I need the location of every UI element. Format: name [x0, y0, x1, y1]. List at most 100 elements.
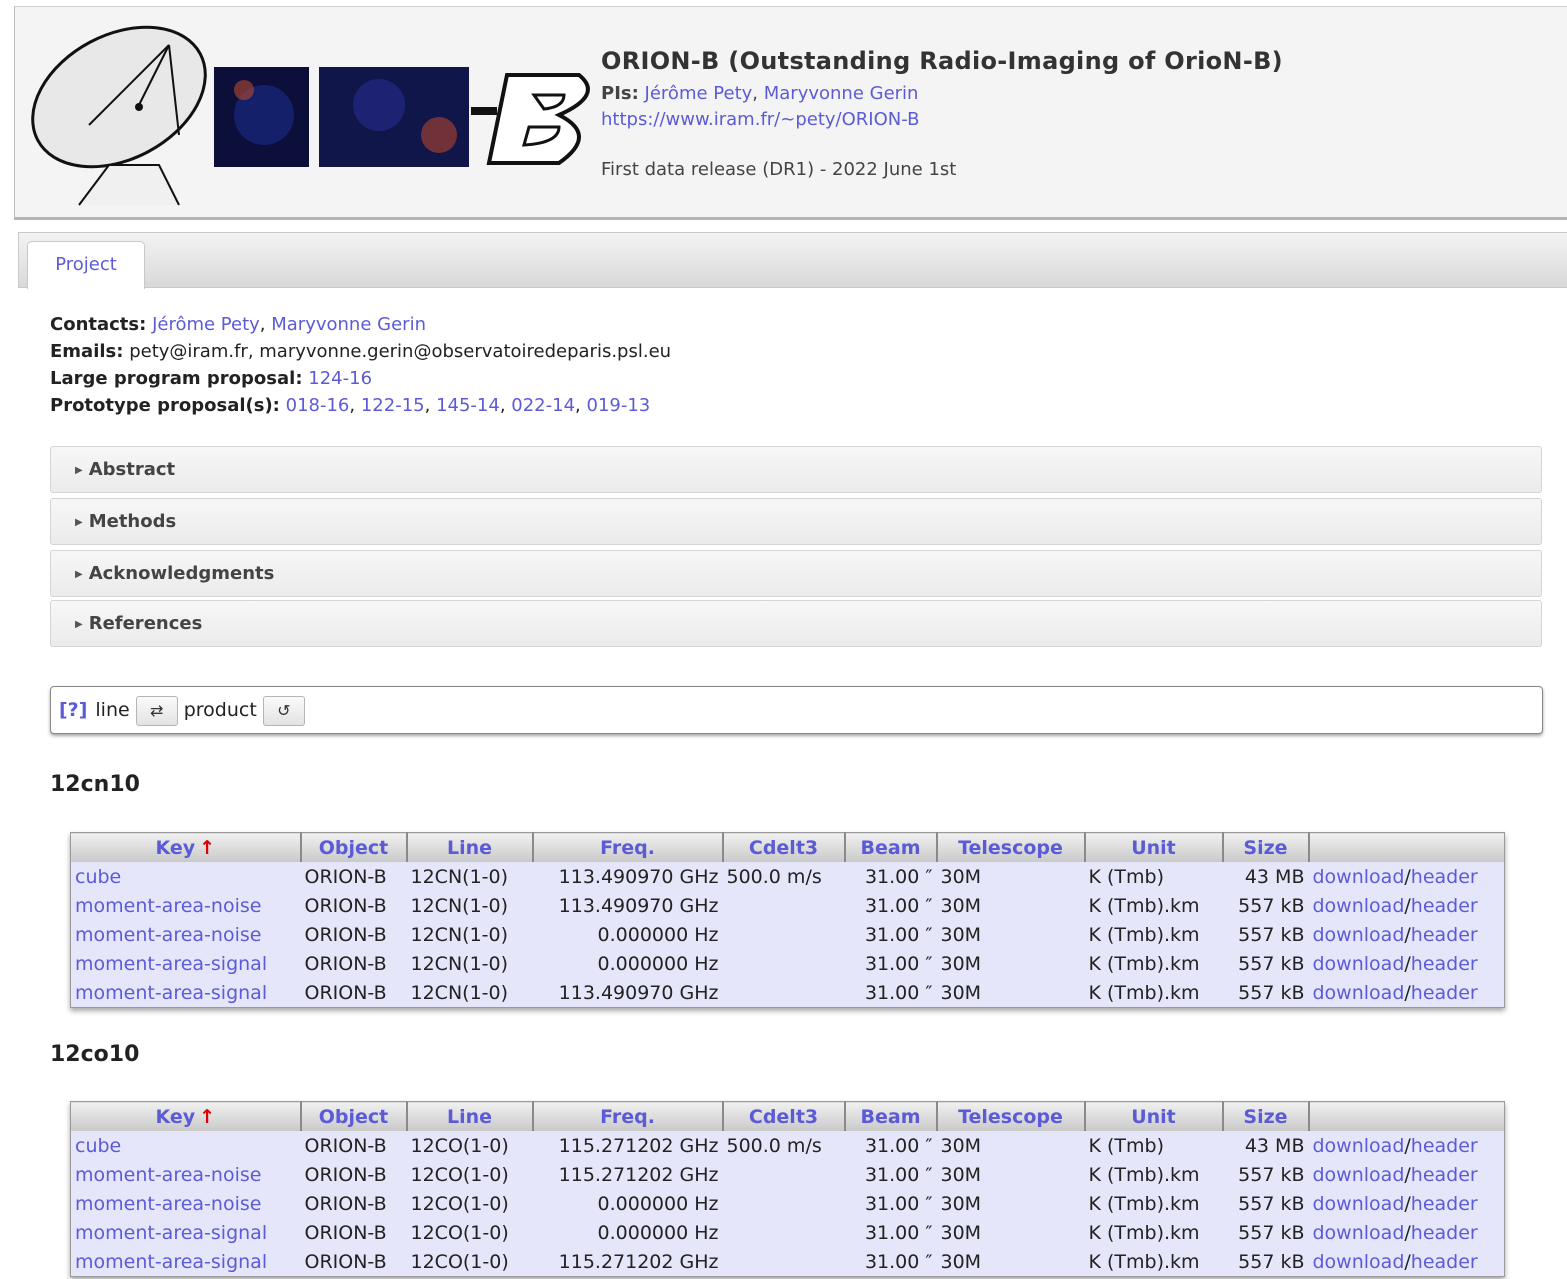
cell-unit: K (Tmb) [1088, 1134, 1165, 1157]
column-header-links[interactable] [1307, 1101, 1505, 1131]
column-header-size[interactable]: Size [1221, 1101, 1309, 1131]
cell-freq: 0.000000 Hz [597, 1221, 719, 1244]
product-key-link[interactable]: moment-area-signal [75, 953, 267, 975]
product-key-link[interactable]: moment-area-noise [75, 1164, 261, 1186]
cell-beam: 31.00 ″ [864, 1250, 933, 1273]
cell-size: 43 MB [1244, 1134, 1305, 1157]
column-header-line[interactable]: Line [405, 832, 533, 862]
cell-freq: 0.000000 Hz [597, 952, 719, 975]
prototype-link[interactable]: 122-15 [361, 395, 425, 416]
accordion-abstract[interactable]: ▶ Abstract [50, 446, 1542, 493]
column-header-telescope[interactable]: Telescope [935, 1101, 1085, 1131]
column-header-key[interactable]: Key ↑ [70, 832, 301, 862]
column-header-size[interactable]: Size [1221, 832, 1309, 862]
project-url-link[interactable]: https://www.iram.fr/~pety/ORION-B [601, 109, 919, 130]
column-header-key[interactable]: Key ↑ [70, 1101, 301, 1131]
tab-project[interactable]: Project [27, 241, 145, 289]
column-header-unit[interactable]: Unit [1083, 1101, 1223, 1131]
cell-key: moment-area-signal [71, 978, 301, 1008]
cell-telescope: 30M [940, 1163, 982, 1186]
header-link[interactable]: header [1411, 953, 1478, 975]
contact-link-pety[interactable]: Jérôme Pety [152, 314, 260, 335]
pi-link-pety[interactable]: Jérôme Pety [645, 83, 753, 104]
column-header-label: Beam [860, 836, 921, 859]
header-link[interactable]: header [1411, 924, 1478, 946]
header-link[interactable]: header [1411, 1222, 1478, 1244]
cell-size: 557 kB [1238, 923, 1305, 946]
contacts-label: Contacts: [50, 314, 147, 335]
column-header-cdelt3[interactable]: Cdelt3 [721, 832, 845, 862]
download-link[interactable]: download [1313, 982, 1405, 1004]
cell-links: download/header [1309, 862, 1505, 891]
column-header-freq[interactable]: Freq. [531, 1101, 723, 1131]
cell-telescope: 30M [940, 1250, 982, 1273]
header-link[interactable]: header [1411, 982, 1478, 1004]
help-link[interactable]: [?] [59, 699, 87, 721]
cell-freq: 115.271202 GHz [558, 1250, 719, 1273]
reset-grouping-button[interactable]: ↺ [262, 695, 305, 726]
accordion-references[interactable]: ▶ References [50, 600, 1542, 647]
prototype-link[interactable]: 145-14 [436, 395, 500, 416]
pi-link-gerin[interactable]: Maryvonne Gerin [764, 83, 919, 104]
cell-key: moment-area-noise [71, 891, 301, 920]
product-key-link[interactable]: cube [75, 866, 121, 888]
caret-right-icon: ▶ [75, 569, 83, 580]
product-key-link[interactable]: moment-area-signal [75, 1222, 267, 1244]
product-key-link[interactable]: moment-area-signal [75, 1251, 267, 1273]
cell-freq: 113.490970 GHz [558, 865, 719, 888]
column-header-label: Object [318, 836, 389, 859]
pis-label: PIs: [601, 83, 639, 104]
cell-cdelt3: 500.0 m/s [726, 865, 822, 888]
large-program-link[interactable]: 124-16 [308, 368, 372, 389]
download-link[interactable]: download [1313, 895, 1405, 917]
prototype-link[interactable]: 022-14 [511, 395, 575, 416]
header-link[interactable]: header [1411, 1164, 1478, 1186]
cell-object: ORION-B [304, 1250, 387, 1273]
cell-links: download/header [1309, 1160, 1505, 1189]
cell-telescope: 30M [940, 1192, 982, 1215]
column-header-cdelt3[interactable]: Cdelt3 [721, 1101, 845, 1131]
download-link[interactable]: download [1313, 1251, 1405, 1273]
accordion-methods[interactable]: ▶ Methods [50, 498, 1542, 545]
header-link[interactable]: header [1411, 1251, 1478, 1273]
product-key-link[interactable]: cube [75, 1135, 121, 1157]
header-link[interactable]: header [1411, 866, 1478, 888]
cell-size: 557 kB [1238, 1250, 1305, 1273]
download-link[interactable]: download [1313, 1193, 1405, 1215]
prototype-link[interactable]: 019-13 [587, 395, 651, 416]
column-header-unit[interactable]: Unit [1083, 832, 1223, 862]
accordion-acknowledgments[interactable]: ▶ Acknowledgments [50, 550, 1542, 597]
cell-links: download/header [1309, 1189, 1505, 1218]
header-link[interactable]: header [1411, 1135, 1478, 1157]
table-header-row: Key ↑ Object Line Freq. Cdelt3 Beam Telescope Un… [70, 1101, 1505, 1131]
download-link[interactable]: download [1313, 924, 1405, 946]
cell-freq: 0.000000 Hz [597, 1192, 719, 1215]
download-link[interactable]: download [1313, 953, 1405, 975]
column-header-beam[interactable]: Beam [843, 1101, 937, 1131]
cell-beam: 31.00 ″ [864, 894, 933, 917]
column-header-object[interactable]: Object [299, 1101, 407, 1131]
prototype-link[interactable]: 018-16 [286, 395, 350, 416]
contact-link-gerin[interactable]: Maryvonne Gerin [271, 314, 426, 335]
column-header-object[interactable]: Object [299, 832, 407, 862]
cell-key: moment-area-signal [71, 1247, 301, 1277]
download-link[interactable]: download [1313, 866, 1405, 888]
header-link[interactable]: header [1411, 895, 1478, 917]
column-header-links[interactable] [1307, 832, 1505, 862]
column-header-telescope[interactable]: Telescope [935, 832, 1085, 862]
product-key-link[interactable]: moment-area-noise [75, 895, 261, 917]
column-header-line[interactable]: Line [405, 1101, 533, 1131]
column-header-beam[interactable]: Beam [843, 832, 937, 862]
accordion-label: Acknowledgments [88, 563, 275, 584]
download-link[interactable]: download [1313, 1164, 1405, 1186]
cell-object: ORION-B [304, 923, 387, 946]
product-key-link[interactable]: moment-area-noise [75, 924, 261, 946]
header-link[interactable]: header [1411, 1193, 1478, 1215]
product-key-link[interactable]: moment-area-signal [75, 982, 267, 1004]
column-header-freq[interactable]: Freq. [531, 832, 723, 862]
cell-line: 12CN(1-0) [410, 865, 509, 888]
product-key-link[interactable]: moment-area-noise [75, 1193, 261, 1215]
download-link[interactable]: download [1313, 1135, 1405, 1157]
swap-grouping-button[interactable]: ⇄ [135, 695, 178, 726]
download-link[interactable]: download [1313, 1222, 1405, 1244]
